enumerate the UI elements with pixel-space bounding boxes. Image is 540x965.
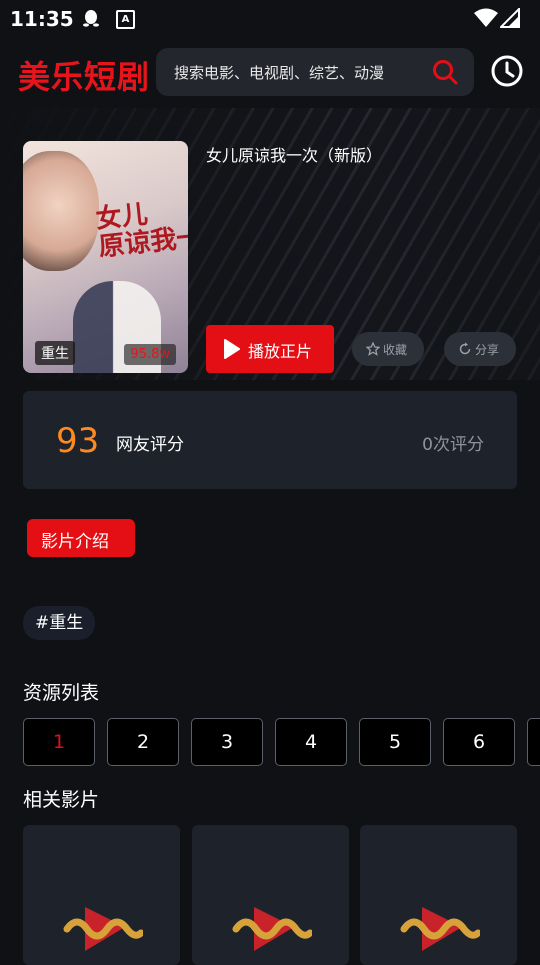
search-bar[interactable]: 搜索电影、电视剧、综艺、动漫 [156, 48, 474, 96]
placeholder-logo-icon [232, 907, 312, 951]
rating-score: 93 [56, 421, 100, 461]
movie-poster[interactable]: 女儿 原谅我一次 重生 95.8w [23, 141, 188, 373]
rating-card: 93 网友评分 0次评分 [23, 391, 517, 489]
placeholder-logo-icon [400, 907, 480, 951]
rating-label: 网友评分 [116, 435, 184, 455]
related-movie-card[interactable] [23, 825, 180, 965]
poster-genre-tag: 重生 [35, 341, 75, 365]
share-icon [459, 342, 471, 355]
play-icon [224, 339, 240, 359]
rating-count: 0次评分 [422, 435, 484, 455]
poster-face-art [23, 151, 99, 271]
poster-title-art: 女儿 原谅我一次 [94, 199, 188, 263]
share-label: 分享 [475, 343, 500, 357]
qq-icon [83, 10, 99, 27]
search-icon[interactable] [432, 59, 458, 85]
related-movie-card[interactable] [192, 825, 349, 965]
episode-list: 1 2 3 4 5 6 [23, 718, 540, 766]
status-time: 11:35 [10, 7, 74, 31]
episode-button[interactable]: 5 [359, 718, 431, 766]
episode-button[interactable]: 1 [23, 718, 95, 766]
related-title: 相关影片 [23, 789, 100, 811]
history-clock-icon[interactable] [490, 54, 524, 88]
intro-tab-button[interactable]: 影片介绍 [27, 519, 135, 557]
search-placeholder[interactable]: 搜索电影、电视剧、综艺、动漫 [174, 62, 384, 83]
resources-title: 资源列表 [23, 682, 100, 704]
play-button[interactable]: 播放正片 [206, 325, 334, 373]
favorite-label: 收藏 [383, 343, 408, 357]
play-label: 播放正片 [248, 342, 313, 361]
favorite-button[interactable]: 收藏 [352, 332, 424, 366]
app-logo[interactable]: 美乐短剧 [18, 52, 150, 98]
placeholder-logo-icon [63, 907, 143, 951]
accessibility-a-icon: A [116, 10, 135, 29]
hashtag-chip[interactable]: #重生 [23, 606, 96, 640]
episode-button[interactable]: 4 [275, 718, 347, 766]
episode-button[interactable]: 2 [107, 718, 179, 766]
poster-views: 95.8w [124, 344, 176, 365]
intro-label: 影片介绍 [41, 532, 109, 552]
episode-button[interactable]: 3 [191, 718, 263, 766]
status-bar: 11:35 A [0, 0, 540, 36]
star-icon [366, 342, 380, 356]
movie-title: 女儿原谅我一次（新版） [206, 146, 383, 165]
app-header: 美乐短剧 搜索电影、电视剧、综艺、动漫 [0, 40, 540, 104]
signal-icon [500, 8, 520, 28]
wifi-icon [474, 8, 498, 27]
related-movie-card[interactable] [360, 825, 517, 965]
share-button[interactable]: 分享 [444, 332, 516, 366]
episode-button[interactable]: 6 [443, 718, 515, 766]
episode-button-partial[interactable] [527, 718, 540, 766]
